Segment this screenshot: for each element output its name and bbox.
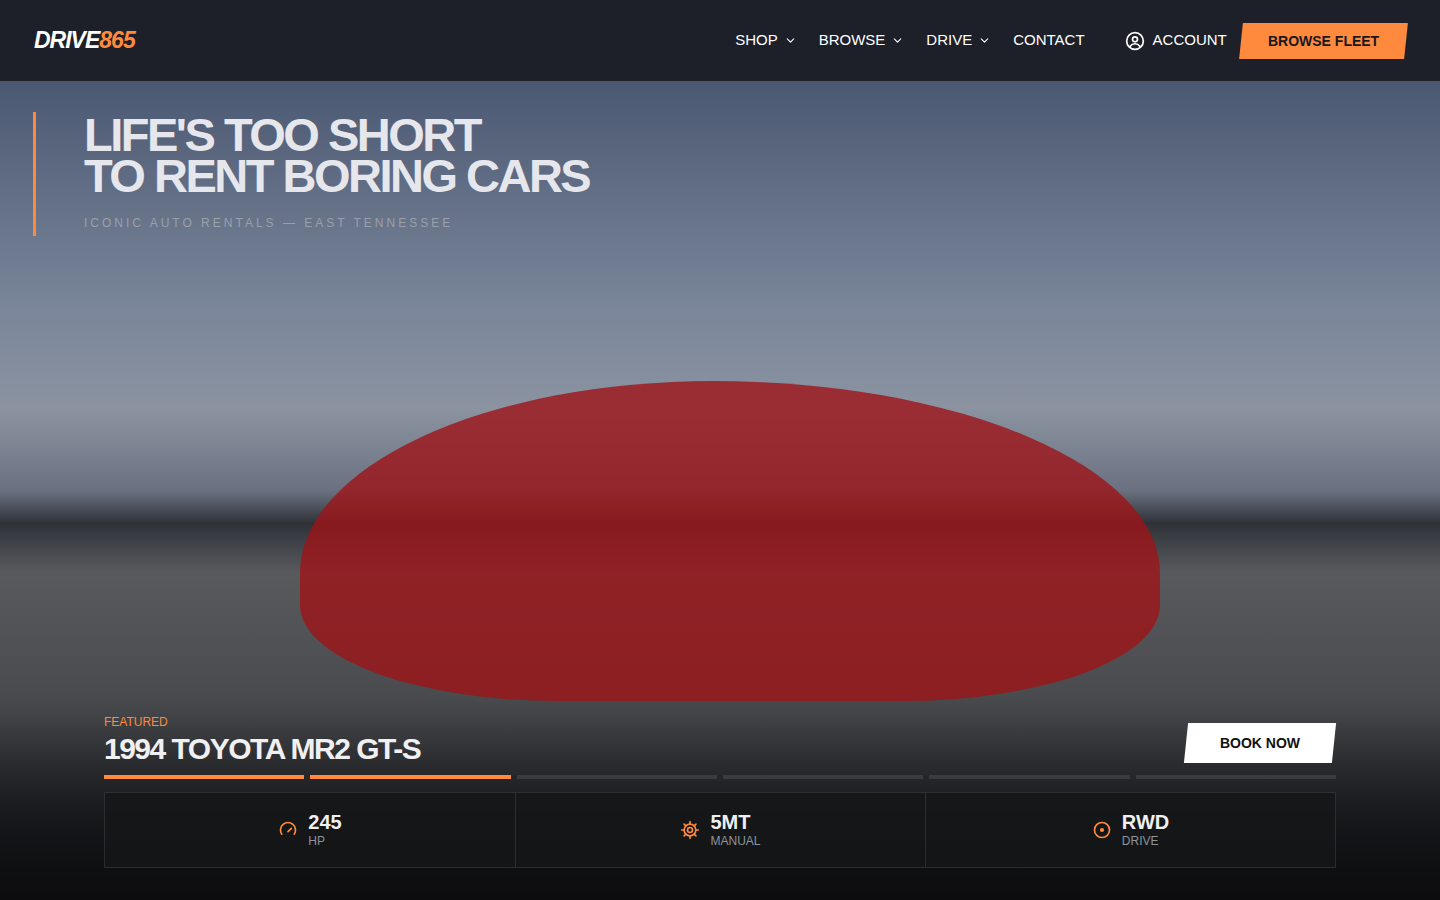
- chevron-down-icon: [978, 34, 991, 47]
- spec-value: 5MT: [710, 811, 760, 833]
- spec-row: 245HP 5MTMANUAL RWDDRIVE: [104, 792, 1336, 868]
- browse-fleet-button[interactable]: BROWSE FLEET: [1239, 23, 1408, 59]
- slide-track[interactable]: [723, 775, 923, 779]
- nav-item[interactable]: CONTACT: [1013, 29, 1084, 52]
- nav-item[interactable]: SHOP: [735, 29, 797, 52]
- spec-text: RWDDRIVE: [1122, 811, 1169, 849]
- slide-progress: [104, 775, 1336, 779]
- slide-fill: [310, 775, 510, 779]
- gear-icon: [680, 820, 700, 840]
- site-header: DRIVE865SHOPBROWSEDRIVECONTACTACCOUNTBRO…: [0, 0, 1440, 81]
- nav-label: BROWSE: [819, 29, 886, 52]
- featured-panel: FEATURED1994 TOYOTA MR2 GT-S BOOK NOW 245H…: [0, 714, 1440, 900]
- browse-fleet-label: BROWSE FLEET: [1268, 30, 1379, 51]
- logo-accent: 865: [99, 29, 134, 52]
- spec-text: 245HP: [308, 811, 341, 849]
- slide-track[interactable]: [1136, 775, 1336, 779]
- chevron-down-icon: [891, 34, 904, 47]
- nav-label: DRIVE: [926, 29, 972, 52]
- user-circle-icon: [1125, 31, 1145, 51]
- hero: LIFE'S TOO SHORTTO RENT BORING CARS ICONI…: [0, 81, 1440, 900]
- spec-value: 245: [308, 811, 341, 833]
- slide-track[interactable]: [104, 775, 304, 779]
- headline-line: LIFE'S TOO SHORT: [84, 114, 589, 155]
- spec-text: 5MTMANUAL: [710, 811, 760, 849]
- spec-label: HP: [308, 833, 341, 849]
- nav-label: SHOP: [735, 29, 778, 52]
- spec-label: MANUAL: [710, 833, 760, 849]
- featured-row: FEATURED1994 TOYOTA MR2 GT-S BOOK NOW: [104, 714, 1336, 768]
- main-nav: SHOP BROWSE DRIVE CONTACT: [735, 29, 1084, 52]
- spec-cell: 5MTMANUAL: [515, 793, 925, 867]
- spec-cell: 245HP: [105, 793, 515, 867]
- slide-fill: [104, 775, 304, 779]
- slide-track[interactable]: [929, 775, 1129, 779]
- account-label: ACCOUNT: [1153, 29, 1227, 52]
- target-icon: [1092, 820, 1112, 840]
- featured-title: 1994 TOYOTA MR2 GT-S: [104, 730, 420, 768]
- hero-tagline: ICONIC AUTO RENTALS — EAST TENNESSEE: [84, 214, 589, 232]
- headline-line: TO RENT BORING CARS: [84, 155, 589, 196]
- logo-primary: DRIVE: [34, 29, 99, 52]
- hero-headline: LIFE'S TOO SHORTTO RENT BORING CARS: [84, 114, 589, 196]
- account-link[interactable]: ACCOUNT: [1125, 29, 1227, 52]
- spec-label: DRIVE: [1122, 833, 1169, 849]
- book-now-button[interactable]: BOOK NOW: [1184, 723, 1336, 763]
- logo[interactable]: DRIVE865: [34, 29, 135, 52]
- nav-label: CONTACT: [1013, 29, 1084, 52]
- nav-item[interactable]: BROWSE: [819, 29, 905, 52]
- book-now-label: BOOK NOW: [1220, 733, 1300, 754]
- slide-track[interactable]: [517, 775, 717, 779]
- car-shape: [300, 381, 1160, 701]
- gauge-icon: [278, 820, 298, 840]
- chevron-down-icon: [784, 34, 797, 47]
- slide-track[interactable]: [310, 775, 510, 779]
- headline-column: LIFE'S TOO SHORTTO RENT BORING CARS ICONI…: [84, 112, 589, 236]
- spec-cell: RWDDRIVE: [925, 793, 1335, 867]
- featured-text: FEATURED1994 TOYOTA MR2 GT-S: [104, 714, 420, 768]
- hero-headline-block: LIFE'S TOO SHORTTO RENT BORING CARS ICONI…: [0, 81, 1440, 236]
- nav-item[interactable]: DRIVE: [926, 29, 991, 52]
- featured-label: FEATURED: [104, 714, 420, 730]
- spec-value: RWD: [1122, 811, 1169, 833]
- accent-bar: [33, 112, 36, 236]
